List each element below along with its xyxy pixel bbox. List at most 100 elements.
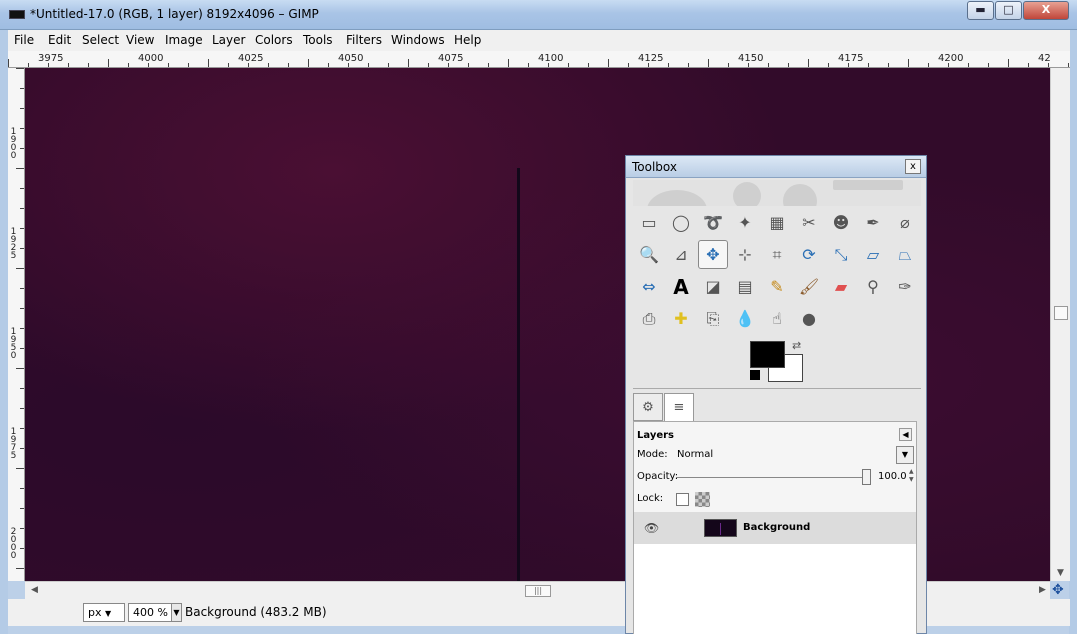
default-colors-icon[interactable] [750,370,760,380]
align-icon[interactable]: ⊹ [730,240,760,269]
mode-dropdown-icon[interactable]: ▼ [896,446,914,464]
unit-select[interactable]: px ▼ [83,603,125,622]
crop-icon[interactable]: ⌗ [762,240,792,269]
measure-icon[interactable]: ⊿ [666,240,696,269]
menu-tools[interactable]: Tools [303,33,333,47]
ink-icon[interactable]: ✑ [890,272,920,301]
zoom-icon[interactable]: 🔍 [634,240,664,269]
ruler-tick [20,348,24,349]
paths-icon[interactable]: ✒ [858,208,888,237]
scroll-down-arrow-icon[interactable]: ▼ [1057,568,1064,578]
move-icon[interactable]: ✥ [698,240,728,269]
scale-icon[interactable]: ⤡ [826,240,856,269]
shear-icon[interactable]: ▱ [858,240,888,269]
ruler-tick [988,63,989,67]
zoom-dropdown-icon[interactable]: ▼ [171,603,182,622]
eraser-icon[interactable]: ▰ [826,272,856,301]
ruler-tick [708,59,709,67]
layer-list-empty-area [634,544,916,634]
panel-menu-icon[interactable]: ◀ [899,428,912,441]
color-select-icon[interactable]: ▦ [762,208,792,237]
foreground-select-icon[interactable]: ☻ [826,208,856,237]
opacity-value[interactable]: 100.0 [878,471,907,482]
bucket-fill-icon[interactable]: ◪ [698,272,728,301]
ruler-tick [188,63,189,67]
clone-icon[interactable]: ⎙ [634,304,664,333]
airbrush-icon[interactable]: ⚲ [858,272,888,301]
scroll-left-arrow-icon[interactable]: ◀ [31,585,38,595]
navigate-icon[interactable]: ✥ [1052,582,1064,598]
menu-colors[interactable]: Colors [255,33,293,47]
title-bar[interactable]: *Untitled-17.0 (RGB, 1 layer) 8192x4096 … [0,0,1077,30]
ruler-tick [108,59,109,67]
vertical-ruler[interactable]: 1900 1925 1950 1975 2000 [8,68,25,581]
layer-thumbnail [704,519,737,537]
menu-windows[interactable]: Windows [391,33,445,47]
zoom-input[interactable]: 400 % [128,603,172,622]
ruler-tick [16,568,24,569]
lock-pixels-checkbox[interactable] [676,493,689,506]
mode-select[interactable]: Normal [677,449,713,460]
chevron-down-icon: ▼ [105,609,112,618]
menu-view[interactable]: View [126,33,154,47]
toolbox-close-button[interactable]: x [905,159,921,174]
menu-filters[interactable]: Filters [346,33,382,47]
color-picker-icon[interactable]: ⌀ [890,208,920,237]
horizontal-scroll-thumb[interactable]: ||| [525,585,551,597]
rect-select-icon[interactable]: ▭ [634,208,664,237]
swap-colors-icon[interactable]: ⇄ [792,339,801,352]
ruler-tick [128,63,129,67]
rotate-icon[interactable]: ⟳ [794,240,824,269]
menu-help[interactable]: Help [454,33,481,47]
menu-file[interactable]: File [14,33,34,47]
tab-layers[interactable]: ≡ [664,393,694,421]
close-button[interactable]: X [1023,1,1069,20]
maximize-button[interactable]: □ [995,1,1022,20]
vertical-scrollbar[interactable]: ▼ [1050,68,1070,581]
lock-alpha-icon[interactable] [695,492,710,507]
ruler-tick [20,208,24,209]
horizontal-ruler[interactable]: 3975 4000 4025 4050 4075 4100 4125 4150 … [8,51,1070,68]
perspective-clone-icon[interactable]: ⎘ [698,304,728,333]
vertical-scroll-thumb[interactable] [1054,306,1068,320]
ruler-tick [848,63,849,67]
text-icon[interactable]: A [666,272,696,301]
toolbox-titlebar[interactable]: Toolbox x [626,156,926,178]
scissors-icon[interactable]: ✂ [794,208,824,237]
paintbrush-icon[interactable]: 🖌 [794,272,824,301]
blur-icon[interactable]: 💧 [730,304,760,333]
menu-layer[interactable]: Layer [212,33,245,47]
minimize-button[interactable]: ▬ [967,1,994,20]
ruler-tick [20,88,24,89]
heal-icon[interactable]: ✚ [666,304,696,333]
ruler-tick [1048,63,1049,67]
dodge-burn-icon[interactable]: ● [794,304,824,333]
free-select-icon[interactable]: ➰ [698,208,728,237]
foreground-color-swatch[interactable] [750,341,785,368]
toolbox-window: Toolbox x ▭ ◯ ➰ ✦ ▦ ✂ ☻ ✒ ⌀ 🔍 ⊿ ✥ ⊹ ⌗ ⟳ ⤡ ▱ ⏢ ⇔ A ◪ ▤ ✎ 🖌 ▰ ⚲ ✑ ⎙ ✚ ⎘… [625,155,927,634]
ruler-tick [588,63,589,67]
menu-image[interactable]: Image [165,33,203,47]
ruler-tick [488,63,489,67]
layer-row[interactable]: 👁 Background [634,512,916,544]
opacity-slider[interactable] [676,477,866,478]
flip-icon[interactable]: ⇔ [634,272,664,301]
opacity-slider-handle[interactable] [862,469,871,485]
canvas-dark-line [517,168,520,581]
opacity-spin-icon[interactable]: ▲ ▼ [909,468,915,484]
perspective-icon[interactable]: ⏢ [890,240,920,269]
menu-select[interactable]: Select [82,33,119,47]
blend-icon[interactable]: ▤ [730,272,760,301]
menu-edit[interactable]: Edit [48,33,71,47]
tab-tool-options[interactable]: ⚙ [633,393,663,421]
eye-icon[interactable]: 👁 [644,521,659,535]
scroll-right-arrow-icon[interactable]: ▶ [1039,585,1046,595]
fuzzy-select-icon[interactable]: ✦ [730,208,760,237]
ruler-tick [868,63,869,67]
pencil-icon[interactable]: ✎ [762,272,792,301]
gimp-app-icon [9,10,25,19]
ellipse-select-icon[interactable]: ◯ [666,208,696,237]
wilber-drop-area[interactable] [633,180,921,206]
window-title: *Untitled-17.0 (RGB, 1 layer) 8192x4096 … [30,7,319,21]
smudge-icon[interactable]: ☝ [762,304,792,333]
